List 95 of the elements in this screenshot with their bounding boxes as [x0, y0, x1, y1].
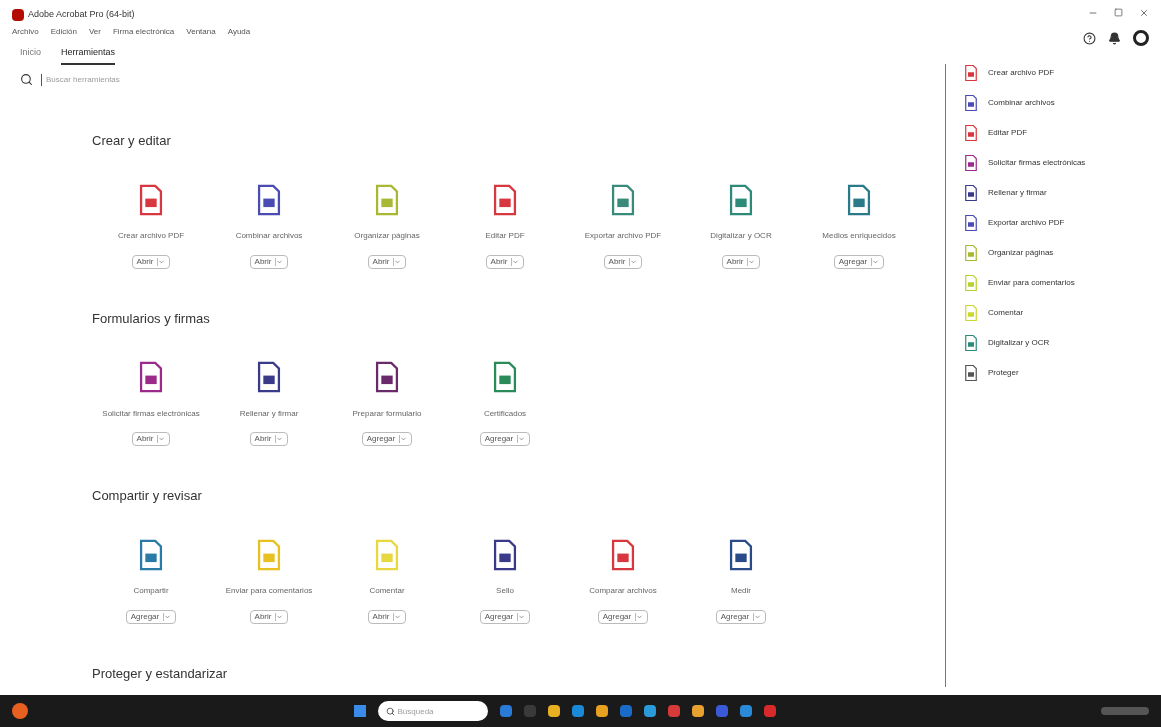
- caret-icon: [871, 257, 880, 266]
- caret-icon: [275, 435, 284, 443]
- tab[interactable]: Herramientas: [61, 45, 116, 65]
- tool-action-button[interactable]: Abrir: [367, 254, 407, 269]
- help-icon[interactable]: [1083, 31, 1096, 45]
- menu-item[interactable]: Firma electrónica: [112, 25, 175, 38]
- taskbar-app-icon[interactable]: [571, 705, 584, 717]
- tool-label[interactable]: Comparar archivos: [568, 579, 678, 602]
- panel-tool-item[interactable]: Crear archivo PDF: [988, 67, 1055, 79]
- tool-action-button[interactable]: Abrir: [603, 254, 643, 269]
- section-title: Compartir y revisar: [92, 487, 203, 505]
- panel-tool-item[interactable]: Organizar páginas: [988, 247, 1054, 259]
- caret-icon: [275, 612, 284, 621]
- tool-label[interactable]: Certificados: [450, 402, 560, 424]
- caret-icon: [393, 612, 402, 621]
- taskbar-app-icon[interactable]: [739, 705, 752, 717]
- search-icon: [20, 73, 33, 86]
- menu-item[interactable]: Ventana: [186, 25, 216, 38]
- tool-label[interactable]: Preparar formulario: [332, 402, 442, 424]
- caret-icon: [511, 257, 520, 266]
- tool-action-button[interactable]: Abrir: [721, 254, 761, 269]
- tool-action-button[interactable]: Agregar: [597, 609, 649, 624]
- tool-label[interactable]: Rellenar y firmar: [214, 402, 324, 424]
- search-icon: [385, 706, 395, 716]
- caret-icon: [753, 612, 762, 621]
- tool-label[interactable]: Digitalizar y OCR: [686, 224, 796, 247]
- tab[interactable]: Inicio: [20, 45, 41, 65]
- search-field[interactable]: Buscar herramientas: [41, 73, 201, 86]
- section-title: Crear y editar: [92, 132, 172, 150]
- caret-icon: [163, 612, 172, 621]
- taskbar-app-icon[interactable]: [595, 705, 608, 717]
- caret-icon: [747, 257, 756, 266]
- tool-action-button[interactable]: Agregar: [833, 254, 885, 269]
- tool-label[interactable]: Sello: [450, 579, 560, 602]
- taskbar-app-icon[interactable]: [691, 705, 704, 717]
- tool-label[interactable]: Enviar para comentarios: [214, 579, 324, 602]
- menu-item[interactable]: Edición: [50, 25, 77, 38]
- window-title: Adobe Acrobat Pro (64-bit): [28, 8, 135, 21]
- taskbar-app-icon[interactable]: [667, 705, 680, 717]
- app-logo-icon: [12, 8, 24, 21]
- tool-action-button[interactable]: Abrir: [249, 432, 289, 446]
- panel-tool-item[interactable]: Enviar para comentarios: [988, 277, 1075, 289]
- start-icon[interactable]: [353, 705, 366, 717]
- caret-icon: [275, 257, 284, 266]
- menu-item[interactable]: Ver: [88, 25, 101, 38]
- tool-label[interactable]: Exportar archivo PDF: [568, 224, 678, 247]
- notification-icon[interactable]: [1108, 31, 1121, 45]
- panel-tool-item[interactable]: Editar PDF: [988, 127, 1028, 139]
- panel-tool-item[interactable]: Solicitar firmas electrónicas: [988, 157, 1086, 169]
- tool-action-button[interactable]: Abrir: [249, 609, 289, 624]
- tool-action-button[interactable]: Abrir: [131, 432, 171, 446]
- tool-action-button[interactable]: Agregar: [479, 609, 531, 624]
- profile-avatar-icon[interactable]: [1133, 30, 1149, 46]
- section-title: Formularios y firmas: [92, 309, 211, 328]
- tool-action-button[interactable]: Abrir: [485, 254, 525, 269]
- tool-action-button[interactable]: Abrir: [367, 609, 407, 624]
- taskbar-search-field[interactable]: Búsqueda: [377, 701, 488, 721]
- panel-tool-item[interactable]: Comentar: [988, 307, 1024, 319]
- tool-label[interactable]: Combinar archivos: [214, 224, 324, 247]
- panel-tool-item[interactable]: Exportar archivo PDF: [988, 217, 1065, 229]
- section-title: Proteger y estandarizar: [92, 664, 229, 683]
- tool-action-button[interactable]: Agregar: [125, 609, 177, 624]
- caret-icon: [629, 257, 638, 266]
- tool-action-button[interactable]: Agregar: [361, 432, 413, 446]
- tool-label[interactable]: Medir: [686, 579, 796, 602]
- panel-tool-item[interactable]: Rellenar y firmar: [988, 187, 1047, 199]
- taskbar-app-icon[interactable]: [547, 705, 560, 717]
- panel-tool-item[interactable]: Proteger: [988, 367, 1019, 379]
- caret-icon: [517, 435, 526, 443]
- caret-icon: [393, 257, 402, 266]
- tool-label[interactable]: Crear archivo PDF: [96, 224, 206, 247]
- taskbar-app-icon[interactable]: [643, 705, 656, 717]
- menu-item[interactable]: Archivo: [12, 25, 39, 38]
- tool-action-button[interactable]: Abrir: [131, 254, 171, 269]
- tool-action-button[interactable]: Agregar: [479, 432, 531, 446]
- tool-label[interactable]: Editar PDF: [450, 224, 560, 247]
- tool-label[interactable]: Comentar: [332, 579, 442, 602]
- tool-label[interactable]: Organizar páginas: [332, 224, 442, 247]
- tool-label[interactable]: Compartir: [96, 579, 206, 602]
- tool-action-button[interactable]: Agregar: [715, 609, 767, 624]
- tool-action-button[interactable]: Abrir: [249, 254, 289, 269]
- caret-icon: [157, 435, 166, 443]
- taskbar-app-icon[interactable]: [499, 705, 512, 717]
- panel-tool-item[interactable]: Digitalizar y OCR: [988, 337, 1050, 349]
- caret-icon: [399, 435, 408, 443]
- caret-icon: [517, 612, 526, 621]
- menu-item[interactable]: Ayuda: [227, 25, 251, 38]
- caret-icon: [635, 612, 644, 621]
- panel-tool-item[interactable]: Combinar archivos: [988, 97, 1055, 109]
- caret-icon: [157, 257, 166, 266]
- tool-label[interactable]: Solicitar firmas electrónicas: [96, 402, 206, 424]
- close-icon[interactable]: [1139, 8, 1149, 18]
- tool-label[interactable]: Medios enriquecidos: [804, 224, 914, 247]
- maximize-icon[interactable]: [1114, 8, 1123, 17]
- weather-icon[interactable]: [12, 703, 28, 719]
